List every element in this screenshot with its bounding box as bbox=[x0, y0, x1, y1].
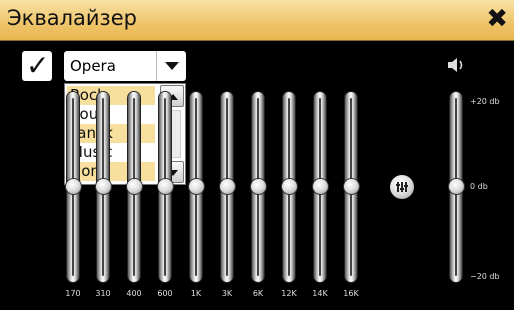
equalizer-glyph bbox=[396, 182, 408, 192]
equalizer-window: Эквалайзер ✖ ✓ Opera Rock Soul Fanck Mus… bbox=[0, 0, 514, 310]
band-slider-knob[interactable] bbox=[65, 178, 81, 194]
volume-slider-knob[interactable] bbox=[448, 178, 464, 194]
band-frequency-label: 600 bbox=[157, 289, 173, 298]
chevron-down-icon bbox=[165, 62, 179, 70]
preset-option[interactable]: None bbox=[67, 162, 155, 181]
band-slider-knob[interactable] bbox=[188, 178, 204, 194]
speaker-icon[interactable] bbox=[446, 56, 466, 74]
title-bar: Эквалайзер ✖ bbox=[0, 0, 514, 41]
volume-min-label: −20 db bbox=[470, 272, 500, 281]
preset-option[interactable]: Soul bbox=[67, 105, 155, 124]
preset-select-toggle[interactable] bbox=[156, 51, 187, 81]
equalizer-icon[interactable] bbox=[390, 175, 414, 199]
enable-checkbox[interactable]: ✓ bbox=[22, 49, 52, 82]
band-frequency-label: 400 bbox=[126, 289, 142, 298]
preset-option[interactable]: Fanck bbox=[67, 124, 155, 143]
volume-mid-label: 0 db bbox=[470, 182, 488, 191]
preset-option[interactable]: Rock bbox=[67, 86, 155, 105]
close-icon[interactable]: ✖ bbox=[486, 4, 508, 34]
band-frequency-label: 12K bbox=[281, 289, 297, 298]
band-frequency-label: 16K bbox=[343, 289, 359, 298]
band-frequency-label: 3K bbox=[221, 289, 233, 298]
band-slider-knob[interactable] bbox=[95, 178, 111, 194]
band-slider-knob[interactable] bbox=[157, 178, 173, 194]
band-frequency-label: 14K bbox=[312, 289, 328, 298]
band-slider-knob[interactable] bbox=[312, 178, 328, 194]
check-icon: ✓ bbox=[26, 49, 50, 82]
preset-option[interactable]: Music bbox=[67, 143, 155, 162]
band-slider-knob[interactable] bbox=[343, 178, 359, 194]
band-frequency-label: 170 bbox=[65, 289, 81, 298]
band-slider-knob[interactable] bbox=[250, 178, 266, 194]
volume-max-label: +20 db bbox=[470, 97, 500, 106]
band-frequency-label: 310 bbox=[95, 289, 111, 298]
band-frequency-label: 6K bbox=[252, 289, 264, 298]
preset-select[interactable]: Opera bbox=[64, 51, 186, 81]
band-slider-knob[interactable] bbox=[219, 178, 235, 194]
preset-selected-value: Opera bbox=[70, 57, 116, 75]
band-slider-knob[interactable] bbox=[281, 178, 297, 194]
window-title: Эквалайзер bbox=[7, 6, 137, 30]
band-slider-knob[interactable] bbox=[126, 178, 142, 194]
band-frequency-label: 1K bbox=[190, 289, 202, 298]
